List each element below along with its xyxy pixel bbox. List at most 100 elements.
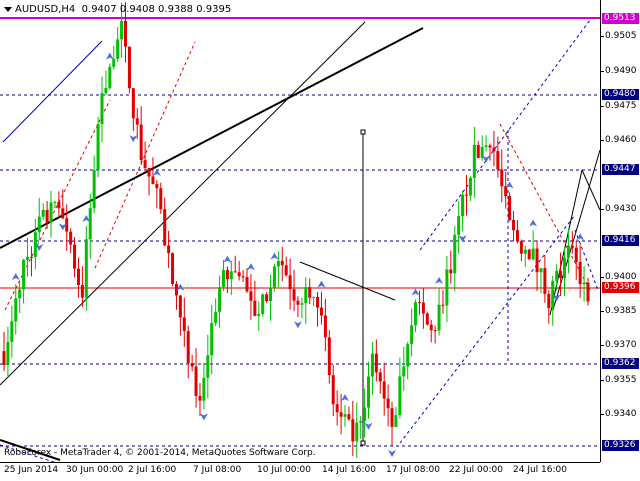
time-tick: 17 Jul 08:00: [386, 465, 440, 475]
candle-body: [80, 285, 84, 298]
candle-body: [45, 209, 49, 223]
candle-body: [14, 298, 18, 322]
high-price-label: 0.9513: [602, 13, 639, 24]
candle-body: [265, 294, 269, 302]
candle-body: [6, 341, 10, 365]
candle-body: [500, 169, 504, 187]
time-axis[interactable]: 25 Jun 2014 30 Jun 00:00 2 Jul 16:00 7 J…: [0, 462, 600, 481]
close-value: 0.9395: [196, 4, 232, 15]
trendline-forecast-3[interactable]: [552, 149, 600, 311]
candle-body: [249, 291, 253, 301]
candle-body: [468, 177, 472, 196]
candles: [2, 2, 590, 458]
candle-body: [410, 325, 414, 345]
symbol-timeframe: AUDUSD,H4: [15, 4, 76, 15]
candle-body: [233, 271, 237, 273]
candle-body: [543, 268, 547, 294]
candle-body: [284, 265, 288, 276]
candle-body: [96, 124, 100, 171]
trendline-forecast-1[interactable]: [549, 169, 583, 316]
candle-body: [276, 260, 280, 267]
fractal-markers: [11, 52, 585, 458]
candle-body: [221, 270, 225, 288]
price-tick: 0.9400: [601, 272, 637, 282]
chart-svg: [0, 2, 600, 462]
candle-body: [18, 289, 22, 299]
candle-body: [194, 366, 198, 397]
candle-body: [339, 412, 343, 417]
candle-body: [370, 353, 374, 377]
candle-body: [127, 46, 131, 89]
candle-body: [374, 353, 378, 373]
candle-body: [351, 419, 355, 442]
candle-body: [76, 268, 80, 286]
time-tick: 14 Jul 16:00: [322, 465, 376, 475]
candle-body: [429, 324, 433, 331]
dropdown-triangle-icon[interactable]: [4, 6, 12, 12]
candle-body: [253, 300, 257, 316]
candle-body: [425, 313, 429, 325]
candle-body: [198, 396, 202, 401]
chart-window[interactable]: AUDUSD,H4 0.9407 0.9408 0.9388 0.9395 Ro…: [0, 0, 640, 481]
trendline-blue-up[interactable]: [399, 214, 576, 444]
candle-body: [202, 377, 206, 401]
fractal-down-arrow-icon: [293, 321, 302, 329]
candle-body: [355, 422, 359, 442]
copyright-text: RoboForex - MetaTrader 4, © 2001-2014, M…: [4, 448, 316, 458]
trendline-forecast-2[interactable]: [581, 169, 600, 211]
fractal-up-arrow-icon: [11, 273, 20, 281]
anchor-bottom[interactable]: [360, 440, 366, 446]
high-value: 0.9408: [119, 4, 155, 15]
trendline-blue-up-2[interactable]: [419, 19, 591, 251]
candle-body: [402, 366, 406, 377]
candle-body: [449, 269, 453, 274]
candle-body: [484, 145, 488, 147]
fractal-up-arrow-icon: [435, 276, 444, 284]
time-tick: 30 Jun 00:00: [66, 465, 124, 475]
plot-area[interactable]: AUDUSD,H4 0.9407 0.9408 0.9388 0.9395 Ro…: [0, 0, 600, 462]
time-tick: 2 Jul 16:00: [128, 465, 177, 475]
candle-body: [445, 269, 449, 306]
trendline-black-diag[interactable]: [299, 261, 396, 301]
candle-body: [288, 275, 292, 290]
candle-body: [308, 287, 312, 298]
candle-body: [190, 363, 194, 367]
fractal-down-arrow-icon: [129, 135, 138, 143]
candle-body: [586, 282, 590, 302]
candle-body: [312, 296, 316, 298]
candle-body: [476, 145, 480, 158]
candle-body: [457, 216, 461, 235]
candle-body: [112, 58, 116, 67]
candle-body: [237, 272, 241, 277]
trendline-blue-1[interactable]: [2, 40, 103, 143]
candle-body: [555, 270, 559, 281]
level-price-label: 0.9362: [602, 358, 639, 369]
candle-body: [464, 194, 468, 196]
fractal-up-arrow-icon: [340, 394, 349, 402]
anchor-top[interactable]: [360, 129, 366, 135]
candle-body: [343, 414, 347, 417]
candle-body: [225, 270, 229, 280]
candle-body: [37, 216, 41, 233]
candle-body: [519, 241, 523, 254]
price-tick: 0.9385: [601, 306, 637, 316]
candle-body: [566, 245, 570, 258]
candle-body: [414, 302, 418, 326]
candle-body: [269, 287, 273, 302]
fractal-up-arrow-icon: [270, 252, 279, 260]
candle-body: [547, 293, 551, 308]
candle-body: [29, 256, 33, 258]
candle-body: [441, 304, 445, 306]
candle-body: [359, 420, 363, 423]
candle-body: [433, 330, 437, 332]
candle-body: [26, 256, 30, 260]
candle-body: [406, 344, 410, 367]
open-value: 0.9407: [81, 4, 117, 15]
candle-body: [92, 170, 96, 209]
fractal-up-arrow-icon: [152, 169, 161, 177]
candle-body: [147, 167, 151, 177]
candle-body: [421, 302, 425, 314]
price-axis[interactable]: 0.9505 0.9490 0.9475 0.9460 0.9430 0.940…: [600, 0, 640, 462]
candle-body: [535, 248, 539, 273]
candle-body: [398, 376, 402, 416]
